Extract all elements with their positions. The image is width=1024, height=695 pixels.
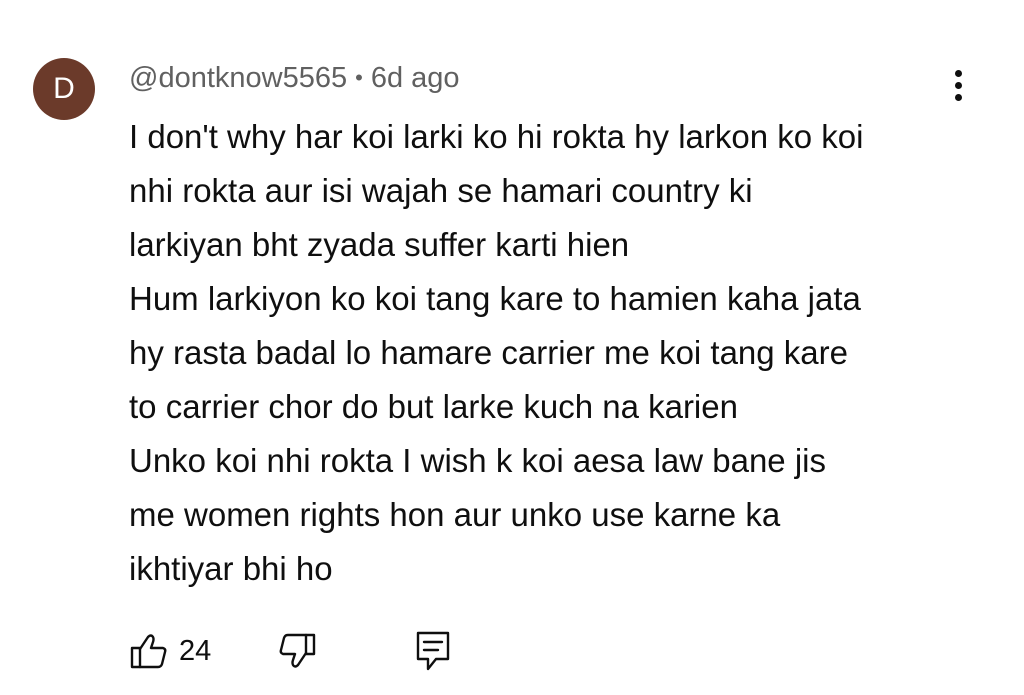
like-button[interactable]: 24 [129, 626, 211, 676]
like-count: 24 [179, 634, 212, 667]
reply-button[interactable] [413, 626, 453, 676]
thumbs-up-icon [129, 631, 169, 671]
comment-card: D @dontknow5565 • 6d ago I don't why har… [0, 0, 1024, 695]
comment-text-line: I don't why har koi larki ko hi rokta hy… [129, 118, 864, 155]
header-separator: • [355, 65, 363, 90]
comment-text-line: ikhtiyar bhi ho [129, 550, 333, 587]
comment-text-line: Unko koi nhi rokta I wish k koi aesa law… [129, 442, 826, 479]
comment-header: @dontknow5565 • 6d ago [129, 58, 460, 98]
avatar-letter: D [53, 72, 75, 105]
comment-actions: 24 [129, 626, 529, 676]
thumbs-down-icon [277, 631, 317, 671]
avatar[interactable]: D [33, 58, 95, 120]
comment-text: I don't why har koi larki ko hi rokta hy… [129, 110, 999, 596]
comment-text-line: Hum larkiyon ko koi tang kare to hamien … [129, 280, 861, 317]
more-options-button[interactable] [944, 70, 974, 110]
comment-text-line: nhi rokta aur isi wajah se hamari countr… [129, 172, 753, 209]
comment-text-line: to carrier chor do but larke kuch na kar… [129, 388, 738, 425]
comment-text-line: hy rasta badal lo hamare carrier me koi … [129, 334, 849, 371]
author-handle[interactable]: @dontknow5565 [129, 62, 347, 95]
reply-comment-icon [413, 629, 453, 673]
dislike-button[interactable] [277, 626, 317, 676]
comment-time[interactable]: 6d ago [371, 62, 460, 95]
comment-text-line: larkiyan bht zyada suffer karti hien [129, 226, 630, 263]
comment-text-line: me women rights hon aur unko use karne k… [129, 496, 781, 533]
